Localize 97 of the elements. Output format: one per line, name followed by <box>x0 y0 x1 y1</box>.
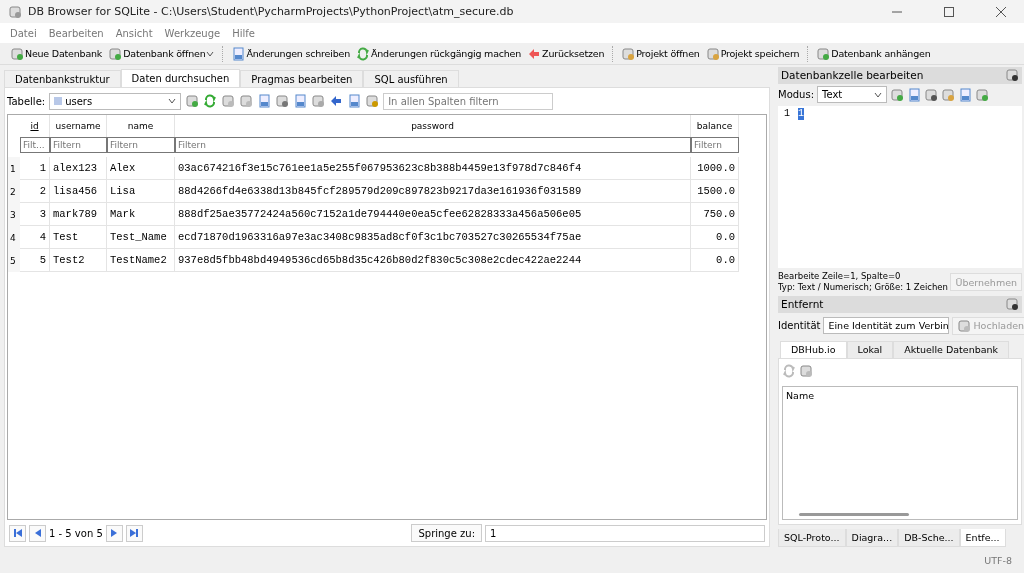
first-page-button[interactable] <box>9 524 26 542</box>
next-page-button[interactable] <box>105 524 123 542</box>
panel-title: Datenbankzelle bearbeiten <box>781 69 925 82</box>
table-cell: 4 <box>20 226 50 249</box>
previous-page-button[interactable] <box>29 524 46 542</box>
toolbar-button[interactable]: Änderungen rückgängig machen <box>354 43 524 64</box>
toolbar-button[interactable]: Änderungen schreiben <box>229 43 352 64</box>
table-cell: Test_Name <box>107 226 175 249</box>
tab[interactable]: Datenbankstruktur <box>4 70 121 87</box>
table-cell: lisa456 <box>50 180 107 203</box>
table-cell: 3 <box>20 203 50 226</box>
table-cell: 03ac674216f3e15c761ee1a5e255f067953623c8b388b4459e13f978d7c846f4 <box>175 157 691 180</box>
menu-item[interactable]: Bearbeiten <box>42 27 110 39</box>
menu-item[interactable]: Werkzeuge <box>158 27 227 39</box>
refresh-icon <box>782 363 796 378</box>
row-number[interactable]: 1 <box>8 157 20 180</box>
table-select[interactable]: users <box>49 92 182 110</box>
selected-text: 1 <box>798 107 805 120</box>
table-cell: 1000.0 <box>691 157 739 180</box>
table-cell: 5 <box>20 249 50 272</box>
close-icon <box>996 6 1006 17</box>
caret-icon <box>874 90 882 99</box>
filter-field[interactable]: Filtern <box>107 137 175 153</box>
table-cell: Test <box>50 226 107 249</box>
last-icon <box>129 528 140 538</box>
mode-select[interactable]: Text <box>817 86 887 104</box>
table-cell: 88d4266fd4e6338d13b845fcf289579d209c897823b9217da3e161936f031589 <box>175 180 691 203</box>
table-cell: 0.0 <box>691 249 739 272</box>
filter-field[interactable]: In allen Spalten filtern <box>383 92 554 110</box>
tab[interactable]: Lokal <box>846 340 894 358</box>
caret-icon <box>168 97 177 105</box>
table-cell: Alex <box>107 157 175 180</box>
table-cell: Test2 <box>50 249 107 272</box>
toolbar-button[interactable]: Zurücksetzen <box>525 43 607 64</box>
toolbar-button[interactable]: Datenbank öffnen <box>106 43 217 64</box>
first-icon <box>12 528 23 538</box>
last-page-button[interactable] <box>125 524 143 542</box>
mode-label: Modus: <box>778 89 814 101</box>
row-number[interactable]: 4 <box>8 226 20 249</box>
table-cell: Lisa <box>107 180 175 203</box>
toolbar-button[interactable]: Projekt öffnen <box>619 43 702 64</box>
table-cell: 1 <box>20 157 50 180</box>
maximize-icon <box>944 6 954 17</box>
filter-field[interactable]: Filtern <box>175 137 691 153</box>
document-icon <box>907 87 921 102</box>
identity-label: Identität <box>778 320 821 332</box>
caret-icon <box>206 49 215 58</box>
menu-item[interactable]: Hilfe <box>226 27 261 39</box>
row-number[interactable]: 5 <box>8 249 20 272</box>
table-cell: alex123 <box>50 157 107 180</box>
table-cell: 0.0 <box>691 226 739 249</box>
tab[interactable]: DB-Sche... <box>898 529 960 548</box>
window-title: DB Browser for SQLite - C:\Users\Student\PycharmProjects\PythonProject\atm_secure.db <box>28 5 515 18</box>
line-number: 1 <box>784 107 790 121</box>
cell-info: Bearbeite Zeile=1, Spalte=0 <box>778 271 902 282</box>
tab[interactable]: Pragmas bearbeiten <box>240 70 364 87</box>
toolbar-button[interactable]: Neue Datenbank <box>8 43 105 64</box>
cell-editor[interactable]: 1 1 <box>778 105 1022 268</box>
page-range: 1 - 5 von 5 <box>49 527 103 539</box>
cell-info: Typ: Text / Numerisch; Größe: 1 Zeichen <box>778 282 948 293</box>
table-cell: 888df25ae35772424a560c7152a1de794440e0ea5cfee62828333a456a506e05 <box>175 203 691 226</box>
menu-item[interactable]: Ansicht <box>109 27 159 39</box>
jump-field[interactable]: 1 <box>485 524 765 542</box>
table-cell: 1500.0 <box>691 180 739 203</box>
table-icon <box>54 97 63 105</box>
tab[interactable]: Diagra... <box>845 529 899 548</box>
encoding-label: UTF-8 <box>984 554 1012 566</box>
list-box[interactable]: Name <box>782 385 1018 521</box>
table-cell: TestName2 <box>107 249 175 272</box>
toolbar-button[interactable]: Projekt speichern <box>703 43 802 64</box>
table-cell: 750.0 <box>691 203 739 226</box>
filter-field[interactable]: Filt... <box>20 137 50 153</box>
table-cell: 937e8d5fbb48bd4949536cd65b8d35c426b80d2f830c5c308e2cdec422ae2244 <box>175 249 691 272</box>
toolbar-button[interactable]: Datenbank anhängen <box>814 43 933 64</box>
tab[interactable]: SQL ausführen <box>363 70 459 87</box>
tab[interactable]: Entfe... <box>959 529 1006 548</box>
table-cell: mark789 <box>50 203 107 226</box>
tab[interactable]: Aktuelle Datenbank <box>893 340 1010 358</box>
table-cell: ecd71870d1963316a97e3ac3408c9835ad8cf0f3c1bc703527c30265534f75ae <box>175 226 691 249</box>
identity-select[interactable]: Eine Identität zum Verbin <box>823 317 950 335</box>
refresh-icon <box>203 94 218 108</box>
filter-field[interactable]: Filtern <box>50 137 107 153</box>
table-cell: Mark <box>107 203 175 226</box>
tab[interactable]: DBHub.io <box>780 340 847 358</box>
save-icon <box>257 94 272 108</box>
jump-button[interactable]: Springe zu: <box>411 524 482 542</box>
table-cell: 2 <box>20 180 50 203</box>
scrollbar[interactable] <box>799 513 909 517</box>
table-label: Tabelle: <box>7 95 46 107</box>
tab[interactable]: SQL-Proto... <box>778 529 846 548</box>
row-number[interactable]: 2 <box>8 180 20 203</box>
column-header: Name <box>786 389 815 401</box>
tab[interactable]: Daten durchsuchen <box>120 69 241 87</box>
filter-field[interactable]: Filtern <box>691 137 739 153</box>
row-number[interactable]: 3 <box>8 203 20 226</box>
panel-title: Entfernt <box>781 298 825 311</box>
menu-item[interactable]: Datei <box>4 27 43 39</box>
